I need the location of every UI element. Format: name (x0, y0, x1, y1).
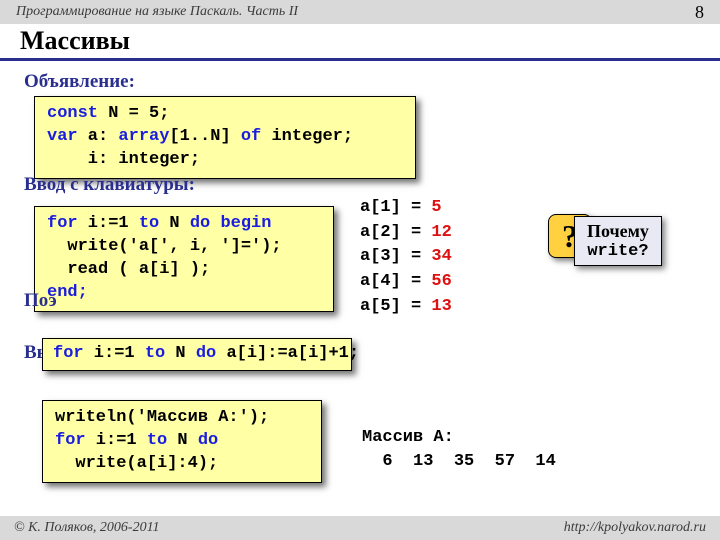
slide-title: Массивы (0, 24, 720, 61)
page-number: 8 (695, 2, 704, 23)
section-process: Поэ (24, 290, 57, 312)
callout-why-write: Почему write? (574, 216, 662, 266)
output-row: 6 13 35 57 14 (362, 452, 556, 471)
slide: Программирование на языке Паскаль. Часть… (0, 0, 720, 540)
slide-header: Программирование на языке Паскаль. Часть… (0, 0, 720, 24)
code-process: for i:=1 to N do a[i]:=a[i]+1; (42, 338, 352, 371)
code-declaration: const N = 5; var a: array[1..N] of integ… (34, 96, 416, 179)
url-label: http://kpolyakov.narod.ru (564, 520, 706, 536)
kw-of: of (241, 127, 261, 146)
output-label: Массив A: (362, 428, 454, 447)
author-label: © К. Поляков, 2006-2011 (14, 520, 160, 536)
code-output: writeln('Массив A:'); for i:=1 to N do w… (42, 400, 322, 483)
sample-values: a[1] = 5 a[2] = 12 a[3] = 34 a[4] = 56 a… (360, 196, 452, 319)
kw-array: array (118, 127, 169, 146)
course-name: Программирование на языке Паскаль. Часть… (16, 4, 298, 20)
section-input: Ввод с клавиатуры: (24, 174, 195, 196)
kw-var: var (47, 127, 78, 146)
slide-footer: © К. Поляков, 2006-2011 http://kpolyakov… (0, 516, 720, 540)
content: Объявление: (0, 61, 720, 93)
code-input-loop: for i:=1 to N do begin write('a[', i, ']… (34, 206, 334, 312)
kw-const: const (47, 104, 98, 123)
section-declaration: Объявление: (24, 71, 700, 93)
